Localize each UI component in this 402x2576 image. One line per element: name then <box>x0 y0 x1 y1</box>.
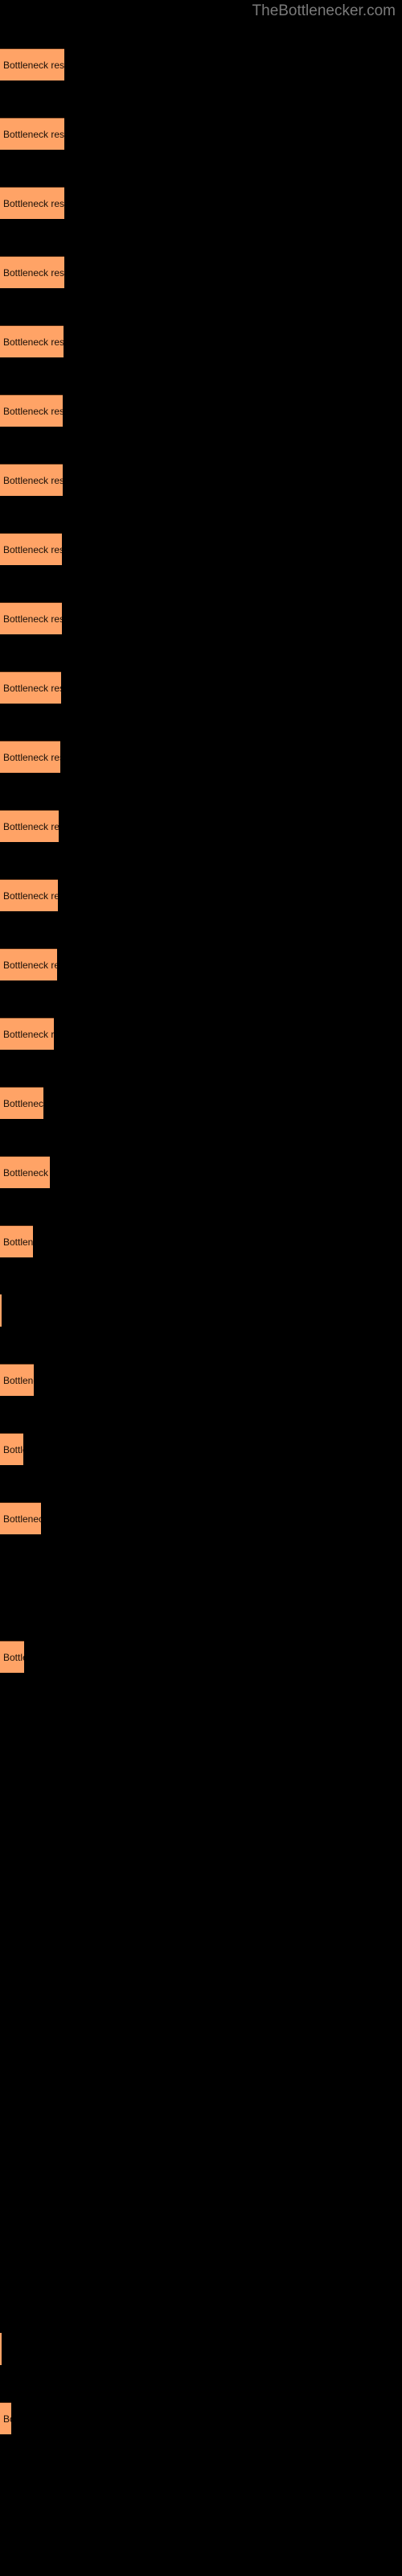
bottleneck-result-bar[interactable]: Bottleneck result <box>0 325 64 357</box>
bottleneck-result-bar[interactable]: Bottleneck result <box>0 741 60 773</box>
bottleneck-result-bar[interactable]: Bottleneck result <box>0 879 58 911</box>
bar-row: Bottleneck result <box>0 187 402 219</box>
bar-row: Bottleneck result <box>0 948 402 980</box>
bar-label: Bottleneck result <box>3 1651 24 1663</box>
bar-row: Bottleneck result <box>0 602 402 634</box>
bar-label: Bottleneck result <box>3 1028 54 1040</box>
bottleneck-result-bar[interactable]: Bottleneck result <box>0 48 64 80</box>
bar-row <box>0 2194 402 2227</box>
bottleneck-bar-chart: Bottleneck result Bottleneck result Bottle… <box>0 0 402 2576</box>
bar-label: Bottleneck result <box>3 1513 41 1525</box>
bar-row <box>0 1710 402 1742</box>
bar-label: Bottleneck result <box>3 543 62 555</box>
bar-label: Bottleneck result <box>3 1374 34 1386</box>
bar-row <box>0 2333 402 2365</box>
bar-row: Bottleneck result <box>0 118 402 150</box>
bar-row: Bottleneck result <box>0 1225 402 1257</box>
bar-row <box>0 2264 402 2296</box>
bar-row: Bottleneck result <box>0 1018 402 1050</box>
bar-row <box>0 1294 402 1327</box>
bar-row: Bottleneck result <box>0 1433 402 1465</box>
bottleneck-result-bar[interactable]: Bottleneck result <box>0 394 63 427</box>
bar-row: Bottleneck result <box>0 1156 402 1188</box>
bottleneck-result-bar[interactable]: Bottleneck result <box>0 1502 41 1534</box>
bottleneck-result-bar[interactable]: Bottleneck result <box>0 2402 11 2434</box>
bar-row: Bottleneck result <box>0 1087 402 1119</box>
bar-row <box>0 1779 402 1811</box>
bar-row: Bottleneck result <box>0 741 402 773</box>
bar-label: Bottleneck result <box>3 1236 33 1248</box>
bar-label: Bottleneck result <box>3 1097 43 1109</box>
bar-label: Bottleneck result <box>3 197 64 209</box>
bottleneck-result-bar[interactable]: Bottleneck result <box>0 1364 34 1396</box>
bar-label: Bottleneck result <box>3 336 64 348</box>
bar-row: Bottleneck result <box>0 464 402 496</box>
bottleneck-result-bar[interactable]: Bottleneck result <box>0 1018 54 1050</box>
bar-label: Bottleneck result <box>3 890 58 902</box>
bar-label: Bottleneck result <box>3 820 59 832</box>
bottleneck-result-bar[interactable]: Bottleneck result <box>0 1433 23 1465</box>
bottleneck-result-bar[interactable]: Bottleneck result <box>0 810 59 842</box>
bar-label: Bottleneck result <box>3 128 64 140</box>
bar-row: Bottleneck result <box>0 256 402 288</box>
bar-row: Bottleneck result <box>0 2402 402 2434</box>
bar-row: Bottleneck result <box>0 879 402 911</box>
bottleneck-result-bar[interactable]: Bottleneck result <box>0 256 64 288</box>
bar-label: Bottleneck result <box>3 682 61 694</box>
bottleneck-result-bar[interactable]: Bottleneck result <box>0 1156 50 1188</box>
bar-label: Bottleneck result <box>3 474 63 486</box>
bar-row: Bottleneck result <box>0 1364 402 1396</box>
bar-label: Bottleneck result <box>3 2413 11 2425</box>
bottleneck-result-bar[interactable]: Bottleneck result <box>0 1087 43 1119</box>
bottleneck-result-bar[interactable]: Bottleneck result <box>0 464 63 496</box>
bar-row <box>0 1571 402 1604</box>
bar-row <box>0 2056 402 2088</box>
bar-row: Bottleneck result <box>0 810 402 842</box>
bar-row: Bottleneck result <box>0 325 402 357</box>
bottleneck-result-bar[interactable]: Bottleneck result <box>0 1225 33 1257</box>
bar-label: Bottleneck result <box>3 613 62 625</box>
bar-row: Bottleneck result <box>0 1502 402 1534</box>
bar-label: Bottleneck result <box>3 959 57 971</box>
bar-label: Bottleneck result <box>3 266 64 279</box>
bar-row: Bottleneck result <box>0 1641 402 1673</box>
bottleneck-result-bar[interactable]: Bottleneck result <box>0 533 62 565</box>
bar-label: Bottleneck result <box>3 59 64 71</box>
bar-row: Bottleneck result <box>0 394 402 427</box>
bar-row: Bottleneck result <box>0 533 402 565</box>
bar-row <box>0 2125 402 2157</box>
bottleneck-result-bar[interactable]: Bottleneck result <box>0 602 62 634</box>
bottleneck-result-bar[interactable]: Bottleneck result <box>0 118 64 150</box>
bar-row <box>0 1848 402 1880</box>
bar-label: Bottleneck result <box>3 1443 23 1455</box>
bar-row <box>0 1987 402 2019</box>
bottleneck-result-bar[interactable]: Bottleneck result <box>0 948 57 980</box>
bar-row <box>0 2471 402 2504</box>
bottleneck-result-bar[interactable]: Bottleneck result <box>0 671 61 704</box>
bar-row: Bottleneck result <box>0 671 402 704</box>
bar-row: Bottleneck result <box>0 48 402 80</box>
bar-label: Bottleneck result <box>3 1166 50 1179</box>
bottleneck-result-bar[interactable]: Bottleneck result <box>0 187 64 219</box>
bar-row <box>0 1918 402 1950</box>
bottleneck-result-bar[interactable] <box>0 1294 2 1327</box>
bar-label: Bottleneck result <box>3 751 60 763</box>
bottleneck-result-bar[interactable] <box>0 2333 2 2365</box>
bottleneck-result-bar[interactable]: Bottleneck result <box>0 1641 24 1673</box>
bar-label: Bottleneck result <box>3 405 63 417</box>
